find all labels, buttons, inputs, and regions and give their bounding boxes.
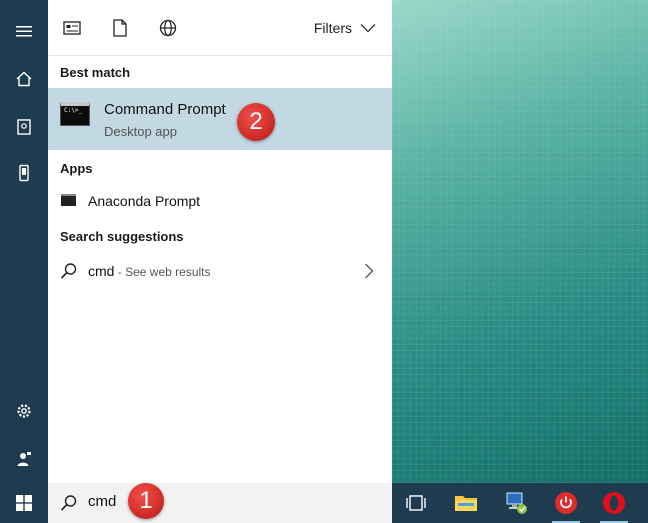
globe-icon xyxy=(159,19,177,37)
hamburger-menu-button[interactable] xyxy=(0,8,48,54)
task-view-icon xyxy=(406,495,426,511)
search-icon xyxy=(60,495,77,511)
hamburger-icon xyxy=(16,26,32,37)
taskbar-search-box[interactable] xyxy=(48,483,392,523)
best-match-title: Command Prompt xyxy=(104,101,226,118)
desktop-background xyxy=(392,0,648,483)
devices-button[interactable] xyxy=(0,150,48,196)
command-prompt-icon: C:\>_ xyxy=(60,102,90,126)
filter-toolbar: Filters xyxy=(48,0,392,56)
section-label-best-match: Best match xyxy=(60,65,131,80)
home-icon xyxy=(16,71,32,87)
app-result-label: Anaconda Prompt xyxy=(88,193,201,209)
file-explorer-button[interactable] xyxy=(452,489,480,517)
web-filter-button[interactable] xyxy=(158,18,178,38)
folder-icon xyxy=(455,496,477,511)
task-view-button[interactable] xyxy=(402,489,430,517)
shutdown-app-button[interactable] xyxy=(552,489,580,523)
chevron-right-icon xyxy=(365,263,374,279)
home-button[interactable] xyxy=(0,56,48,102)
feedback-button[interactable] xyxy=(0,436,48,482)
step-badge-1: 1 xyxy=(128,483,164,519)
filters-dropdown[interactable]: Filters xyxy=(314,20,376,36)
power-icon xyxy=(555,492,577,514)
suggestion-suffix: - See web results xyxy=(114,265,211,279)
opera-browser-button[interactable] xyxy=(600,489,628,523)
gear-icon xyxy=(17,404,31,418)
search-icon xyxy=(60,263,77,279)
filters-label: Filters xyxy=(313,20,352,36)
suggestion-term: cmd xyxy=(88,263,115,279)
notebook-icon xyxy=(17,119,31,135)
notebook-button[interactable] xyxy=(0,104,48,150)
app-result-anaconda[interactable]: Anaconda Prompt xyxy=(48,186,392,216)
taskbar: 1 xyxy=(0,483,648,523)
start-button[interactable] xyxy=(0,483,48,523)
document-icon xyxy=(113,19,127,37)
feedback-person-icon xyxy=(17,452,31,466)
start-rail xyxy=(0,0,48,483)
suggestion-text: cmd - See web results xyxy=(88,263,211,279)
anaconda-prompt-icon xyxy=(61,194,76,206)
network-computer-icon xyxy=(506,492,527,514)
windows-logo-icon xyxy=(16,495,32,511)
network-app-button[interactable] xyxy=(502,489,530,517)
documents-filter-button[interactable] xyxy=(110,18,130,38)
apps-filter-icon xyxy=(63,21,81,35)
settings-button[interactable] xyxy=(0,388,48,434)
best-match-result[interactable]: C:\>_ Command Prompt Desktop app xyxy=(48,88,392,150)
opera-icon xyxy=(603,492,625,514)
device-icon xyxy=(19,164,29,182)
search-suggestion-row[interactable]: cmd - See web results xyxy=(48,255,392,287)
apps-filter-button[interactable] xyxy=(62,18,82,38)
section-label-apps: Apps xyxy=(60,161,93,176)
search-results-panel: Filters Best match C:\>_ Command Prompt … xyxy=(48,0,392,483)
best-match-subtitle: Desktop app xyxy=(104,124,177,139)
step-badge-2: 2 xyxy=(237,103,275,141)
chevron-down-icon xyxy=(360,24,376,33)
section-label-suggestions: Search suggestions xyxy=(60,229,184,244)
